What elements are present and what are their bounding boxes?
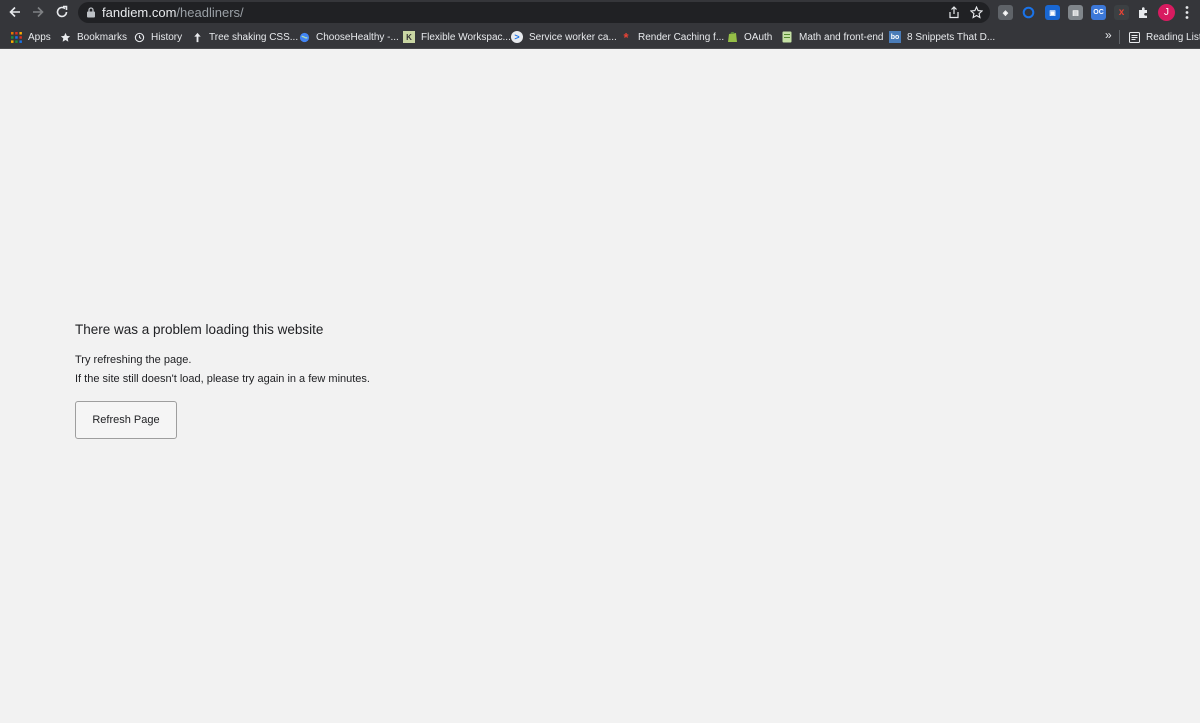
- bookmark-label: 8 Snippets That D...: [907, 31, 996, 43]
- bookmark-bookmarks[interactable]: Bookmarks: [59, 29, 127, 45]
- oc-extension-label: OC: [1093, 9, 1104, 16]
- url-host: fandiem.com: [102, 5, 177, 20]
- bookmark-label: Tree shaking CSS...: [209, 31, 299, 43]
- history-icon: [133, 31, 145, 43]
- reading-list-button[interactable]: Reading List: [1128, 29, 1200, 45]
- globe-icon: [298, 31, 310, 43]
- shield-icon: ◈: [1002, 9, 1009, 17]
- bookmark-flexible-workspace[interactable]: K Flexible Workspac...: [403, 29, 511, 45]
- bookmark-label: Service worker ca...: [529, 31, 617, 43]
- share-icon: [948, 6, 959, 19]
- arrow-left-icon: [9, 6, 20, 18]
- kebab-menu-icon: [1185, 6, 1189, 19]
- bookmark-label: OAuth: [744, 31, 773, 43]
- bookmark-tree-shaking[interactable]: Tree shaking CSS...: [191, 29, 298, 45]
- address-bar[interactable]: fandiem.com/headliners/: [78, 2, 990, 23]
- puzzle-icon: [1139, 7, 1147, 18]
- bookmarks-divider: [1119, 30, 1120, 44]
- bookmark-oauth[interactable]: OAuth: [726, 29, 772, 45]
- shield-extension-button[interactable]: ◈: [998, 5, 1013, 20]
- bookmarks-bar: Apps Bookmarks History Tree shaking CSS.…: [0, 25, 1200, 49]
- bookmark-label: Flexible Workspac...: [421, 31, 511, 43]
- window-icon: ▤: [1072, 9, 1079, 17]
- red-x-icon: x: [1118, 7, 1125, 18]
- menu-button[interactable]: [1183, 4, 1191, 21]
- shopify-icon: [726, 31, 738, 43]
- circle-extension-button[interactable]: [1021, 5, 1036, 20]
- arrow-right-icon: [33, 6, 44, 18]
- pin-icon: [191, 31, 203, 43]
- lock-icon: [87, 7, 95, 18]
- url-path: /headliners/: [176, 5, 244, 20]
- error-message-line1: Try refreshing the page.: [75, 354, 192, 366]
- error-message-line2: If the site still doesn't load, please t…: [75, 373, 370, 385]
- bookmark-label: History: [151, 31, 183, 43]
- reload-button[interactable]: [52, 2, 72, 22]
- back-button[interactable]: [5, 2, 25, 22]
- forward-button[interactable]: [28, 2, 48, 22]
- bookmark-label: Bookmarks: [77, 31, 128, 43]
- bookmark-label: Math and front-end: [799, 31, 884, 43]
- extensions-button[interactable]: [1136, 5, 1151, 20]
- circle-arrow-icon: [1022, 6, 1035, 19]
- notebook-icon: [781, 31, 793, 43]
- bookmark-render-caching[interactable]: * Render Caching f...: [620, 29, 724, 45]
- document-icon: ▣: [1049, 9, 1056, 17]
- reading-list-icon: [1128, 31, 1140, 43]
- bookmark-apps[interactable]: Apps: [10, 29, 51, 45]
- star-icon: [59, 31, 71, 43]
- bo-favicon-icon: bo: [889, 31, 901, 43]
- browser-toolbar: fandiem.com/headliners/ ◈ ▣ ▤ OC x J: [0, 0, 1200, 25]
- bookmark-service-worker[interactable]: > Service worker ca...: [511, 29, 617, 45]
- profile-avatar[interactable]: J: [1158, 4, 1175, 21]
- bookmarks-overflow-button[interactable]: »: [1105, 28, 1112, 42]
- error-title: There was a problem loading this website: [75, 322, 324, 337]
- bookmark-math-front-end[interactable]: Math and front-end: [781, 29, 884, 45]
- bookmark-choosehealthy[interactable]: ChooseHealthy -...: [298, 29, 399, 45]
- share-button[interactable]: [946, 5, 961, 20]
- bookmark-label: ChooseHealthy -...: [316, 31, 399, 43]
- bookmark-label: Render Caching f...: [638, 31, 725, 43]
- window-extension-button[interactable]: ▤: [1068, 5, 1083, 20]
- bookmark-label: Apps: [28, 31, 51, 43]
- bookmark-8-snippets[interactable]: bo 8 Snippets That D...: [889, 29, 995, 45]
- reload-icon: [56, 5, 68, 18]
- refresh-page-button[interactable]: Refresh Page: [75, 401, 177, 439]
- bookmark-history[interactable]: History: [133, 29, 182, 45]
- bookmark-star-button[interactable]: [969, 5, 984, 20]
- red-x-extension-button[interactable]: x: [1114, 5, 1129, 20]
- apps-grid-icon: [10, 31, 22, 43]
- k-favicon-icon: K: [403, 31, 415, 43]
- star-outline-icon: [970, 6, 983, 19]
- url-text: fandiem.com/headliners/: [102, 5, 244, 20]
- reading-list-label: Reading List: [1146, 31, 1200, 43]
- blue-extension-button[interactable]: ▣: [1045, 5, 1060, 20]
- terminal-icon: >: [511, 31, 523, 43]
- oc-extension-button[interactable]: OC: [1091, 5, 1106, 20]
- asterisk-icon: *: [623, 29, 629, 45]
